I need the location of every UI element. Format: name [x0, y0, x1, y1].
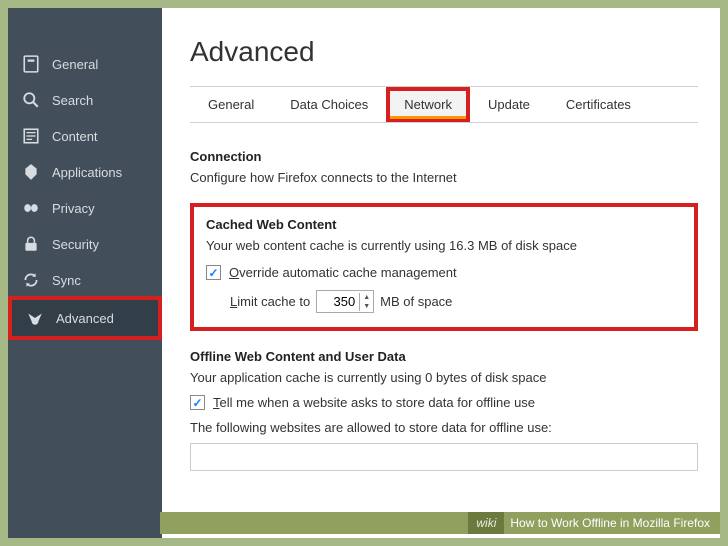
tab-certificates[interactable]: Certificates — [548, 87, 649, 122]
sidebar: General Search Content Applications Priv… — [8, 8, 162, 538]
sync-icon — [22, 271, 40, 289]
sidebar-item-label: Privacy — [52, 201, 95, 216]
sidebar-item-advanced[interactable]: Advanced — [12, 300, 158, 336]
offline-section: Offline Web Content and User Data Your a… — [190, 349, 698, 471]
cached-web-content-section: Cached Web Content Your web content cach… — [190, 203, 698, 331]
limit-cache-row: Limit cache to ▲ ▼ MB of space — [206, 290, 682, 313]
limit-cache-input[interactable] — [317, 291, 359, 312]
privacy-icon — [22, 199, 40, 217]
advanced-icon — [26, 309, 44, 327]
connection-section: Connection Configure how Firefox connect… — [190, 149, 698, 185]
allowed-label: The following websites are allowed to st… — [190, 420, 698, 435]
sidebar-item-label: Advanced — [56, 311, 114, 326]
allowed-websites-list[interactable] — [190, 443, 698, 471]
sidebar-item-label: Content — [52, 129, 98, 144]
offline-status: Your application cache is currently usin… — [190, 370, 698, 385]
content-icon — [22, 127, 40, 145]
limit-suffix: MB of space — [380, 294, 452, 309]
sidebar-item-label: Sync — [52, 273, 81, 288]
page-title: Advanced — [190, 36, 698, 68]
applications-icon — [22, 163, 40, 181]
cached-title: Cached Web Content — [206, 217, 682, 232]
override-cache-checkbox[interactable]: ✓ — [206, 265, 221, 280]
wiki-badge: wiki — [468, 512, 504, 534]
sidebar-item-search[interactable]: Search — [8, 82, 162, 118]
main-panel: Advanced General Data Choices Network Up… — [162, 8, 720, 538]
sidebar-item-privacy[interactable]: Privacy — [8, 190, 162, 226]
footer-text: How to Work Offline in Mozilla Firefox — [510, 516, 710, 530]
limit-cache-spinner[interactable]: ▲ ▼ — [316, 290, 374, 313]
sidebar-item-sync[interactable]: Sync — [8, 262, 162, 298]
tab-general[interactable]: General — [190, 87, 272, 122]
sidebar-item-security[interactable]: Security — [8, 226, 162, 262]
lock-icon — [22, 235, 40, 253]
general-icon — [22, 55, 40, 73]
tab-network[interactable]: Network — [386, 87, 470, 122]
spinner-down[interactable]: ▼ — [360, 302, 373, 311]
tell-me-row[interactable]: ✓ Tell me when a website asks to store d… — [190, 395, 698, 410]
tab-data-choices[interactable]: Data Choices — [272, 87, 386, 122]
search-icon — [22, 91, 40, 109]
connection-text: Configure how Firefox connects to the In… — [190, 170, 698, 185]
override-cache-row[interactable]: ✓ Override automatic cache management — [206, 265, 682, 280]
sidebar-item-label: General — [52, 57, 98, 72]
sidebar-item-content[interactable]: Content — [8, 118, 162, 154]
preferences-window: General Search Content Applications Priv… — [8, 8, 720, 538]
sidebar-item-label: Applications — [52, 165, 122, 180]
spinner-up[interactable]: ▲ — [360, 293, 373, 302]
sidebar-item-label: Security — [52, 237, 99, 252]
offline-title: Offline Web Content and User Data — [190, 349, 698, 364]
tab-bar: General Data Choices Network Update Cert… — [190, 86, 698, 123]
tell-me-checkbox[interactable]: ✓ — [190, 395, 205, 410]
sidebar-item-general[interactable]: General — [8, 46, 162, 82]
tab-update[interactable]: Update — [470, 87, 548, 122]
connection-title: Connection — [190, 149, 698, 164]
sidebar-item-label: Search — [52, 93, 93, 108]
cached-status: Your web content cache is currently usin… — [206, 238, 682, 253]
sidebar-item-applications[interactable]: Applications — [8, 154, 162, 190]
footer-bar: wiki How to Work Offline in Mozilla Fire… — [160, 512, 720, 534]
